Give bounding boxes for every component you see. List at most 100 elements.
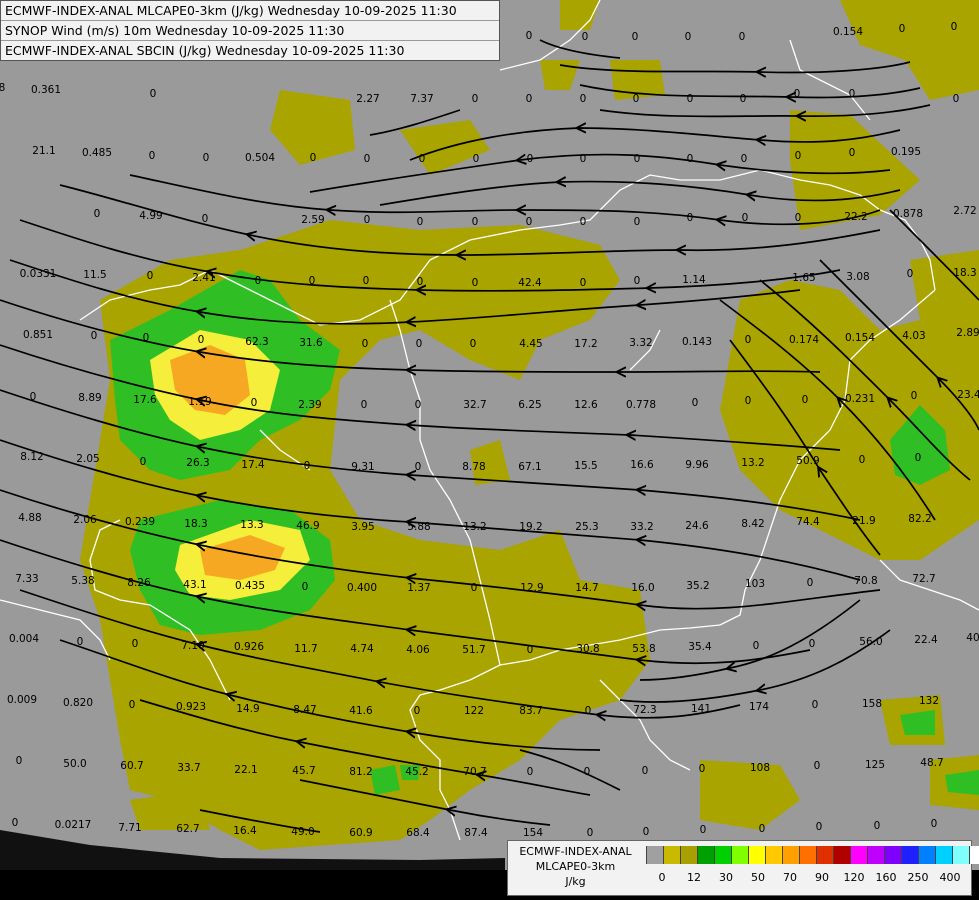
- sbcin-value-label: 0: [416, 338, 423, 350]
- sbcin-value-label: 41.6: [349, 705, 373, 717]
- sbcin-value-label: 0: [363, 275, 370, 287]
- sbcin-value-label: 0: [633, 93, 640, 105]
- sbcin-value-label: 8.78: [462, 461, 485, 473]
- sbcin-value-label: 26.3: [186, 457, 209, 469]
- sbcin-value-label: 0: [472, 93, 479, 105]
- sbcin-value-label: 0: [687, 212, 694, 224]
- sbcin-value-label: 18.3: [953, 267, 976, 279]
- sbcin-value-label: 0: [814, 760, 821, 772]
- sbcin-value-label: 21.1: [32, 145, 55, 157]
- legend-tick-label: 12: [687, 871, 701, 884]
- sbcin-value-label: 0: [415, 399, 422, 411]
- sbcin-value-label: 8.26: [127, 577, 151, 589]
- legend-swatch: [697, 846, 714, 864]
- sbcin-value-label: 0: [859, 454, 866, 466]
- sbcin-value-label: 7.10: [181, 640, 204, 652]
- sbcin-value-label: 0.239: [125, 516, 155, 528]
- sbcin-value-label: 141: [691, 703, 711, 715]
- sbcin-value-label: 45.7: [292, 765, 315, 777]
- sbcin-value-label: 0.154: [845, 332, 875, 344]
- sbcin-value-label: 0: [812, 699, 819, 711]
- sbcin-value-label: 8: [0, 82, 5, 94]
- sbcin-value-label: 0: [527, 766, 534, 778]
- sbcin-value-label: 0: [585, 705, 592, 717]
- sbcin-value-label: 82.2: [908, 513, 931, 525]
- legend-swatch: [714, 846, 731, 864]
- sbcin-value-label: 22.2: [844, 211, 867, 223]
- sbcin-value-label: 0.878: [893, 208, 923, 220]
- sbcin-value-label: 0.154: [833, 26, 863, 38]
- sbcin-value-label: 33.2: [630, 521, 653, 533]
- sbcin-value-label: 108: [750, 762, 770, 774]
- sbcin-value-label: 51.7: [462, 644, 485, 656]
- sbcin-value-label: 0: [816, 821, 823, 833]
- sbcin-value-label: 87.4: [464, 827, 488, 839]
- sbcin-value-label: 0: [915, 452, 922, 464]
- sbcin-value-label: 2.59: [301, 214, 324, 226]
- sbcin-value-label: 0: [304, 460, 311, 472]
- sbcin-value-label: 0: [580, 277, 587, 289]
- sbcin-value-label: 0: [140, 456, 147, 468]
- legend-unit: J/kg: [565, 875, 586, 888]
- sbcin-value-label: 0.435: [235, 580, 265, 592]
- sbcin-value-label: 5.38: [71, 575, 94, 587]
- sbcin-value-label: 2.05: [76, 453, 99, 465]
- legend-swatch: [646, 846, 663, 864]
- sbcin-value-label: 0: [12, 817, 19, 829]
- legend-title-variable: MLCAPE0-3km: [535, 860, 616, 873]
- sbcin-value-label: 0: [198, 334, 205, 346]
- sbcin-value-label: 0: [687, 93, 694, 105]
- sbcin-value-label: 0: [302, 581, 309, 593]
- sbcin-value-label: 24.6: [685, 520, 709, 532]
- legend-tick-label: 90: [815, 871, 829, 884]
- sbcin-value-label: 0: [700, 824, 707, 836]
- sbcin-value-label: 0: [931, 818, 938, 830]
- sbcin-value-label: 67.1: [518, 461, 541, 473]
- sbcin-value-label: 22.1: [234, 764, 257, 776]
- legend-swatch: [782, 846, 799, 864]
- sbcin-value-label: 0: [129, 699, 136, 711]
- sbcin-value-label: 0: [526, 216, 533, 228]
- sbcin-value-label: 0: [362, 338, 369, 350]
- sbcin-value-label: 0: [415, 461, 422, 473]
- sbcin-value-label: 158: [862, 698, 882, 710]
- sbcin-value-label: 0.174: [789, 334, 819, 346]
- sbcin-value-label: 4.03: [902, 330, 925, 342]
- sbcin-value-label: 1.37: [407, 582, 430, 594]
- sbcin-value-label: 103: [745, 578, 765, 590]
- sbcin-value-label: 2.27: [356, 93, 379, 105]
- sbcin-value-label: 12.9: [520, 582, 543, 594]
- legend-swatch: [799, 846, 816, 864]
- sbcin-value-label: 154: [523, 827, 543, 839]
- sbcin-value-label: 0.0331: [20, 268, 57, 280]
- color-legend: ECMWF-INDEX-ANAL MLCAPE0-3km J/kg 0 12 30 5…: [507, 840, 979, 896]
- sbcin-value-label: 50.9: [796, 455, 819, 467]
- sbcin-value-label: 0: [472, 277, 479, 289]
- legend-swatch: [765, 846, 782, 864]
- sbcin-value-label: 30.8: [576, 643, 599, 655]
- legend-tick-label: 50: [751, 871, 765, 884]
- sbcin-value-label: 132: [919, 695, 939, 707]
- legend-swatch: [748, 846, 765, 864]
- legend-tick-label: 30: [719, 871, 733, 884]
- sbcin-value-label: 62.3: [245, 336, 268, 348]
- sbcin-value-label: 33.7: [177, 762, 200, 774]
- sbcin-value-label: 23.4: [957, 389, 979, 401]
- sbcin-value-label: 0: [632, 31, 639, 43]
- sbcin-value-label: 7.37: [410, 93, 433, 105]
- sbcin-value-label: 83.7: [519, 705, 542, 717]
- legend-title: ECMWF-INDEX-ANAL MLCAPE0-3km J/kg: [508, 844, 643, 889]
- sbcin-value-label: 16.0: [631, 582, 654, 594]
- sbcin-value-label: 46.9: [296, 520, 319, 532]
- legend-swatch: [918, 846, 935, 864]
- sbcin-value-label: 0: [417, 276, 424, 288]
- sbcin-value-label: 72.7: [912, 573, 935, 585]
- sbcin-value-label: 0: [584, 766, 591, 778]
- sbcin-value-label: 0: [794, 88, 801, 100]
- legend-swatch: [816, 846, 833, 864]
- sbcin-value-label: 0: [587, 827, 594, 839]
- legend-tick-labels: 0 12 30 50 70 90 120 160 250 400: [646, 871, 976, 887]
- sbcin-value-label: 0: [255, 275, 262, 287]
- sbcin-value-label: 0: [745, 395, 752, 407]
- sbcin-value-label: 0.0217: [55, 819, 92, 831]
